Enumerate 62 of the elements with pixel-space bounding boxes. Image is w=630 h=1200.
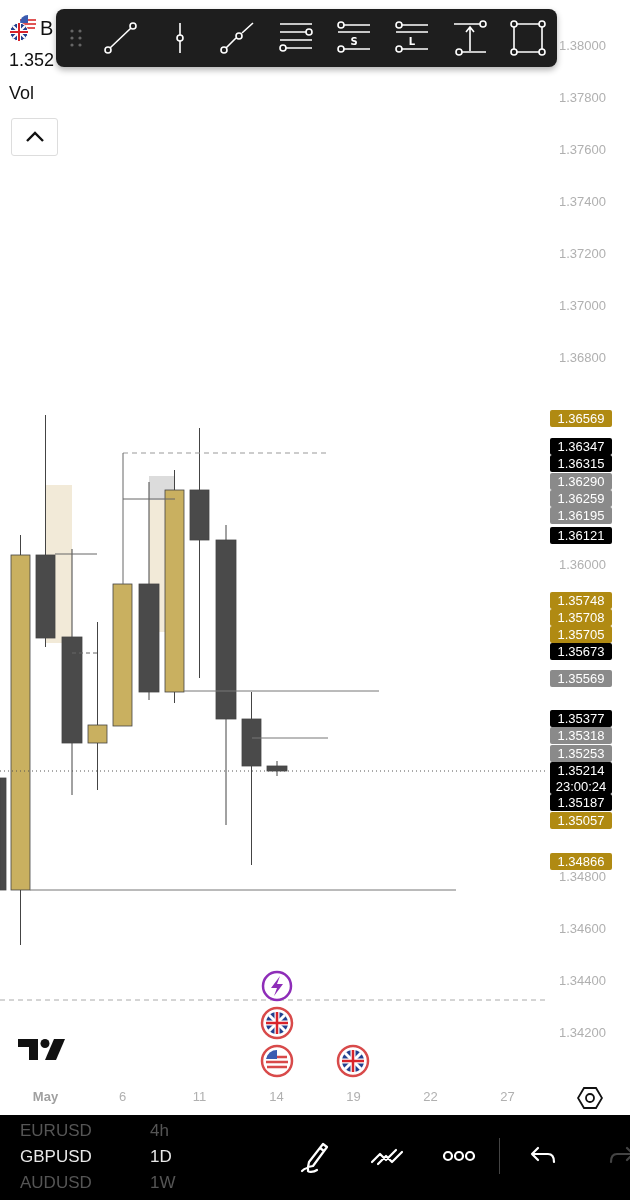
price-tick-label: 1.37000 [559, 296, 606, 315]
lightning-icon [261, 970, 293, 1002]
price-tag-value: 1.35705 [557, 625, 605, 643]
price-tick-label: 1.36000 [559, 556, 606, 575]
symbol-title: B [40, 16, 54, 40]
chevron-up-icon [24, 131, 45, 143]
time-axis-label: May [31, 1089, 60, 1104]
price-tick-label: 1.37400 [559, 192, 606, 211]
price-change: 1.352 [9, 50, 55, 71]
price-tag-value: 1.36121 [557, 526, 605, 544]
price-tag-value: 1.36259 [557, 489, 605, 507]
price-tag-value: 1.36195 [557, 506, 605, 524]
uk-flag-icon[interactable] [260, 1006, 294, 1040]
indicator-label: Vol [9, 83, 35, 104]
price-tag-value: 1.35057 [557, 811, 605, 829]
price-tick-label: 1.37200 [559, 244, 606, 263]
price-tag-value: 1.35673 [557, 642, 605, 660]
price-tick-label: 1.37600 [559, 140, 606, 159]
settings-icon[interactable] [577, 1086, 603, 1110]
rectangle-icon [508, 18, 548, 58]
price-tag-value: 1.36315 [557, 454, 605, 472]
currency-flags-icon [9, 14, 39, 42]
price-tick-label: 1.34400 [559, 971, 606, 990]
rectangle-tool[interactable] [508, 18, 548, 58]
price-tag-value: 1.36290 [557, 472, 605, 490]
price-tag-value: 1.36347 [557, 437, 605, 455]
price-tick-label: 1.36800 [559, 348, 606, 367]
time-axis-label: 27 [499, 1089, 516, 1104]
price-tick-label: 1.34200 [559, 1023, 606, 1042]
price-tag-value: 1.35708 [557, 608, 605, 626]
logo-icon [18, 1039, 65, 1060]
price-tick-label: 1.37800 [559, 88, 606, 107]
countdown-label: 23:00:24 [555, 778, 607, 794]
timeframe-option[interactable]: 1D [150, 1144, 176, 1170]
price-tag-value: 1.35569 [557, 669, 605, 687]
drag-handle-icon[interactable] [68, 28, 84, 48]
time-axis-label: 19 [345, 1089, 362, 1104]
level-line [71, 652, 98, 654]
price-tick-label: 1.38000 [559, 37, 606, 55]
uk-flag-icon[interactable] [336, 1044, 370, 1078]
us-flag-icon[interactable] [260, 1044, 294, 1078]
time-axis-label: 6 [117, 1089, 128, 1104]
time-axis-label: 11 [191, 1089, 208, 1104]
price-tag-value: 1.35253 [557, 744, 605, 762]
level-tool[interactable]: S [334, 18, 374, 58]
price-tag-value: 1.34866 [557, 852, 605, 870]
level-line [54, 553, 98, 555]
price-tag-value: 1.35187 [557, 793, 605, 811]
price-tag-value: 1.35377 [557, 709, 605, 727]
price-tick-label: 1.34800 [559, 868, 606, 887]
dots-icon [441, 1150, 477, 1162]
price-tag-value: 1.35214 [557, 761, 605, 779]
candle [266, 760, 288, 777]
collapse-button[interactable] [11, 118, 58, 156]
symbol-option[interactable]: GBPUSD [20, 1144, 110, 1170]
price-tag-value: 1.35748 [557, 591, 605, 609]
price-tick-label: 1.34600 [559, 919, 606, 938]
price-tag-value: 1.36569 [557, 409, 605, 427]
level-tool[interactable]: L [392, 18, 432, 58]
time-axis-label: 22 [422, 1089, 439, 1104]
price-tag-value: 1.35318 [557, 726, 605, 744]
time-axis-label: 14 [268, 1089, 285, 1104]
